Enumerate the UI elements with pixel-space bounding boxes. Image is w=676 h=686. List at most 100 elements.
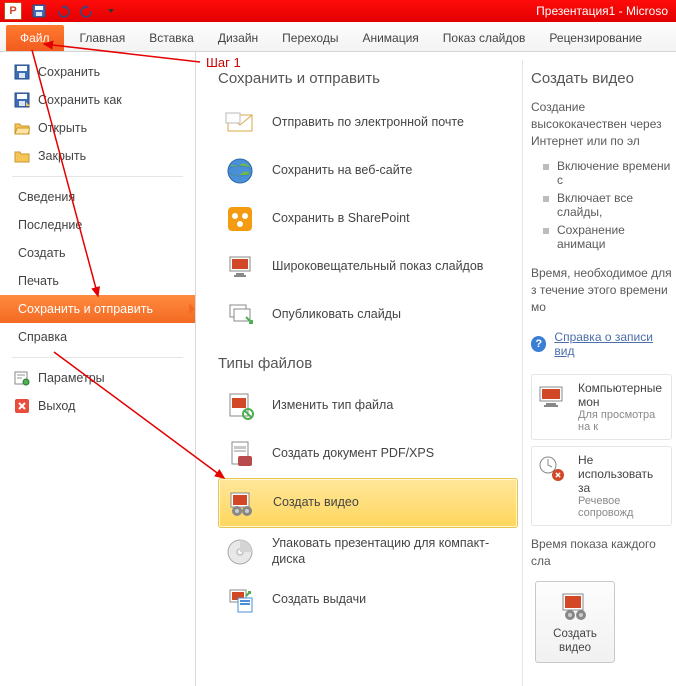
folder-close-icon — [14, 148, 30, 164]
save-icon — [14, 64, 30, 80]
sidebar-item-new[interactable]: Создать — [0, 239, 195, 267]
section-file-types-title: Типы файлов — [218, 355, 518, 372]
sidebar-item-label: Закрыть — [38, 149, 86, 163]
content-left-column: Сохранить и отправить Отправить по элект… — [218, 60, 518, 686]
bullet-item: Включает все слайды, — [543, 191, 672, 219]
action-label: Сохранить на веб-сайте — [272, 163, 412, 179]
bullet-item: Сохранение анимаци — [543, 223, 672, 251]
action-label: Опубликовать слайды — [272, 307, 401, 323]
handouts-icon — [224, 584, 256, 616]
qat-dropdown-icon[interactable] — [102, 2, 120, 20]
tab-file[interactable]: Файл — [6, 25, 64, 51]
quick-access-toolbar — [30, 2, 120, 20]
action-label: Создать выдачи — [272, 592, 366, 608]
ribbon-tabs: Файл Главная Вставка Дизайн Переходы Ани… — [0, 22, 676, 52]
sidebar-item-print[interactable]: Печать — [0, 267, 195, 295]
mail-icon — [224, 107, 256, 139]
action-create-video[interactable]: Создать видео — [218, 478, 518, 528]
sidebar-item-label: Сохранить как — [38, 93, 122, 107]
bullet-icon — [543, 228, 549, 234]
saveas-icon — [14, 92, 30, 108]
sidebar-item-label: Справка — [18, 330, 67, 344]
pdf-icon — [224, 438, 256, 470]
action-package-cd[interactable]: Упаковать презентацию для компакт-диска — [218, 528, 518, 576]
sidebar-item-options[interactable]: Параметры — [0, 364, 195, 392]
tab-review[interactable]: Рецензирование — [537, 25, 654, 51]
tab-design[interactable]: Дизайн — [206, 25, 270, 51]
sidebar-item-label: Сохранить и отправить — [18, 302, 153, 316]
action-label: Широковещательный показ слайдов — [272, 259, 483, 275]
action-save-sharepoint[interactable]: Сохранить в SharePoint — [218, 195, 518, 243]
content-right-column: Создать видео Создание высококачествен ч… — [522, 60, 676, 686]
sidebar-item-save-send[interactable]: Сохранить и отправить — [0, 295, 195, 323]
sidebar-item-saveas[interactable]: Сохранить как — [0, 86, 195, 114]
sidebar-item-exit[interactable]: Выход — [0, 392, 195, 420]
globe-icon — [224, 155, 256, 187]
help-row: ? Справка о записи вид — [531, 330, 672, 358]
option-title: Компьютерные мон — [578, 381, 667, 409]
sidebar-item-label: Сведения — [18, 190, 75, 204]
action-change-type[interactable]: Изменить тип файла — [218, 382, 518, 430]
video-button-icon — [559, 590, 591, 622]
button-label: Создать видео — [553, 628, 597, 656]
right-time-desc: Время, необходимое для з течение этого в… — [531, 265, 672, 315]
sidebar-item-info[interactable]: Сведения — [0, 183, 195, 211]
annotation-step1: Шаг 1 — [206, 55, 241, 70]
option-desc: Речевое сопровожд — [578, 495, 667, 519]
window-title: Презентация1 - Microso — [536, 4, 668, 18]
tab-transitions[interactable]: Переходы — [270, 25, 350, 51]
exit-icon — [14, 398, 30, 414]
changetype-icon — [224, 390, 256, 422]
right-heading: Создать видео — [531, 70, 672, 87]
tab-insert[interactable]: Вставка — [137, 25, 206, 51]
sidebar-item-label: Сохранить — [38, 65, 100, 79]
tab-animations[interactable]: Анимация — [350, 25, 430, 51]
folder-open-icon — [14, 120, 30, 136]
publish-icon — [224, 299, 256, 331]
option-title: Не использовать за — [578, 453, 667, 495]
sharepoint-icon — [224, 203, 256, 235]
monitor-icon — [536, 381, 568, 413]
action-broadcast[interactable]: Широковещательный показ слайдов — [218, 243, 518, 291]
backstage-content: Сохранить и отправить Отправить по элект… — [196, 52, 676, 686]
section-save-send-title: Сохранить и отправить — [218, 70, 518, 87]
action-create-handouts[interactable]: Создать выдачи — [218, 576, 518, 624]
action-label: Упаковать презентацию для компакт-диска — [272, 536, 512, 567]
cd-icon — [224, 536, 256, 568]
backstage: Сохранить Сохранить как Открыть Закрыть … — [0, 52, 676, 686]
option-no-timings[interactable]: Не использовать за Речевое сопровожд — [531, 446, 672, 526]
tab-slideshow[interactable]: Показ слайдов — [431, 25, 538, 51]
sidebar-item-open[interactable]: Открыть — [0, 114, 195, 142]
bullet-icon — [543, 164, 549, 170]
time-per-slide-label: Время показа каждого сла — [531, 536, 672, 570]
action-publish-slides[interactable]: Опубликовать слайды — [218, 291, 518, 339]
qat-save-icon[interactable] — [30, 2, 48, 20]
action-label: Изменить тип файла — [272, 398, 393, 414]
action-send-email[interactable]: Отправить по электронной почте — [218, 99, 518, 147]
app-icon: P — [4, 2, 22, 20]
bullet-item: Включение времени с — [543, 159, 672, 187]
tab-home[interactable]: Главная — [68, 25, 138, 51]
action-label: Создать видео — [273, 495, 359, 511]
sidebar-item-help[interactable]: Справка — [0, 323, 195, 351]
options-icon — [14, 370, 30, 386]
action-label: Создать документ PDF/XPS — [272, 446, 434, 462]
sidebar-item-save[interactable]: Сохранить — [0, 58, 195, 86]
option-monitor-quality[interactable]: Компьютерные мон Для просмотра на к — [531, 374, 672, 440]
broadcast-icon — [224, 251, 256, 283]
create-video-button[interactable]: Создать видео — [535, 581, 615, 663]
sidebar-item-recent[interactable]: Последние — [0, 211, 195, 239]
help-link[interactable]: Справка о записи вид — [554, 330, 672, 358]
action-create-pdf[interactable]: Создать документ PDF/XPS — [218, 430, 518, 478]
qat-undo-icon[interactable] — [54, 2, 72, 20]
bullet-icon — [543, 196, 549, 202]
sidebar-item-label: Открыть — [38, 121, 87, 135]
sidebar-item-label: Создать — [18, 246, 66, 260]
action-save-web[interactable]: Сохранить на веб-сайте — [218, 147, 518, 195]
action-label: Отправить по электронной почте — [272, 115, 464, 131]
qat-redo-icon[interactable] — [78, 2, 96, 20]
option-desc: Для просмотра на к — [578, 409, 667, 433]
sidebar-item-close[interactable]: Закрыть — [0, 142, 195, 170]
separator — [12, 176, 183, 177]
action-label: Сохранить в SharePoint — [272, 211, 410, 227]
